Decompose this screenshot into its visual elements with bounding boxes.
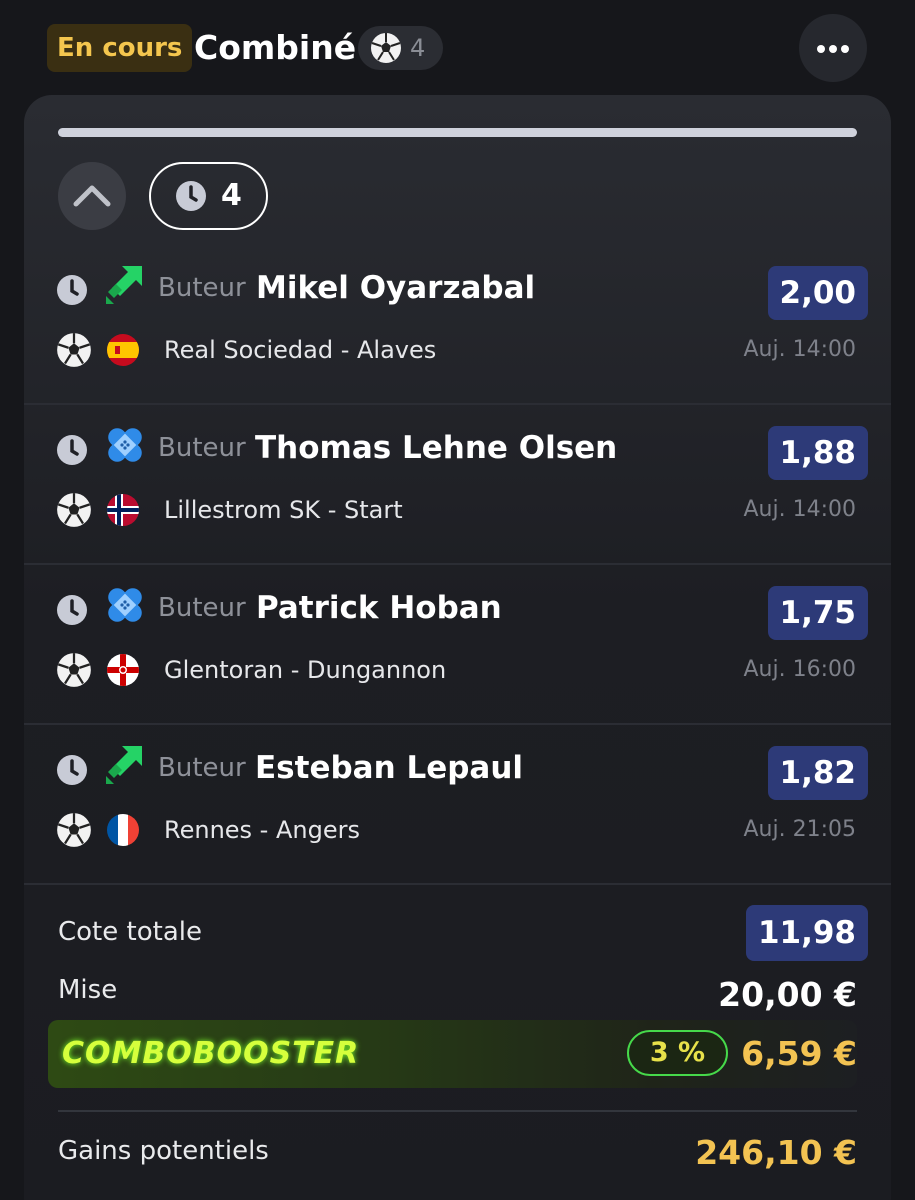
potential-gains-value: 246,10 €: [695, 1133, 857, 1172]
market-label: Buteur: [158, 433, 246, 463]
clock-icon: [57, 755, 87, 785]
market-label: Buteur: [158, 273, 246, 303]
collapse-button[interactable]: [58, 162, 126, 230]
shield-bandage-icon: [108, 588, 142, 622]
norway-flag-icon: [107, 494, 139, 526]
kickoff-time: Auj. 16:00: [743, 657, 857, 682]
odds-badge: 1,82: [767, 746, 868, 800]
odds-badge: 1,75: [767, 586, 868, 640]
selection-row[interactable]: Buteur Mikel Oyarzabal 2,00 Real Socieda…: [24, 245, 891, 405]
market-label: Buteur: [158, 593, 246, 623]
kickoff-time: Auj. 14:00: [743, 337, 857, 362]
status-badge: En cours: [47, 24, 193, 72]
stake-label: Mise: [58, 975, 118, 1005]
soccer-ball-icon: [57, 493, 91, 527]
player-name: Esteban Lepaul: [255, 750, 524, 786]
soccer-ball-icon: [57, 813, 91, 847]
ellipsis-icon: [817, 45, 825, 53]
selection-row[interactable]: Buteur Thomas Lehne Olsen 1,88 Lillestro…: [24, 405, 891, 565]
clock-icon: [57, 435, 87, 465]
selection-row[interactable]: Buteur Esteban Lepaul 1,82 Rennes - Ange…: [24, 725, 891, 885]
match-name: Glentoran - Dungannon: [164, 656, 447, 684]
selection-row[interactable]: Buteur Patrick Hoban 1,75 Glentoran - Du…: [24, 565, 891, 725]
player-name: Patrick Hoban: [256, 590, 502, 626]
booster-amount: 6,59 €: [741, 1034, 857, 1073]
shield-bandage-icon: [108, 428, 142, 462]
kickoff-time: Auj. 14:00: [743, 497, 857, 522]
kickoff-time: Auj. 21:05: [743, 817, 857, 842]
total-odds-label: Cote totale: [58, 917, 202, 947]
total-odds-badge: 11,98: [745, 905, 868, 961]
spain-flag-icon: [107, 334, 139, 366]
chevron-up-icon: [73, 185, 111, 207]
france-flag-icon: [107, 814, 139, 846]
player-name: Mikel Oyarzabal: [256, 270, 536, 306]
divider: [58, 1110, 857, 1112]
soccer-ball-icon: [57, 333, 91, 367]
soccer-ball-icon: [371, 33, 401, 63]
bet-slip-card: 4 Buteur Mikel Oyarzabal 2,00 Real Socie…: [24, 95, 891, 1200]
match-name: Real Sociedad - Alaves: [164, 336, 437, 364]
clock-icon: [57, 275, 87, 305]
potential-gains-label: Gains potentiels: [58, 1136, 269, 1166]
progress-bar: [58, 128, 857, 137]
boost-arrows-icon: [106, 266, 142, 304]
northern-ireland-flag-icon: [107, 654, 139, 686]
market-label: Buteur: [158, 753, 246, 783]
more-options-button[interactable]: [799, 14, 867, 82]
bet-header: En cours Combiné 4: [0, 0, 915, 95]
clock-icon: [176, 181, 206, 211]
match-name: Lillestrom SK - Start: [164, 496, 403, 524]
pending-filter-chip[interactable]: 4: [149, 162, 268, 230]
soccer-ball-icon: [57, 653, 91, 687]
combo-booster-logo: COMBOBOOSTER: [62, 1036, 360, 1071]
odds-badge: 1,88: [767, 426, 868, 480]
bet-type-title: Combiné: [194, 28, 357, 67]
selection-count: 4: [410, 34, 426, 62]
player-name: Thomas Lehne Olsen: [255, 430, 618, 466]
stake-value: 20,00 €: [718, 975, 857, 1014]
booster-percent-badge: 3 %: [627, 1030, 728, 1076]
odds-badge: 2,00: [767, 266, 868, 320]
match-name: Rennes - Angers: [164, 816, 360, 844]
clock-icon: [57, 595, 87, 625]
sport-count-chip: 4: [358, 26, 443, 70]
pending-count: 4: [221, 178, 242, 213]
combo-booster-banner: COMBOBOOSTER 3 % 6,59 €: [48, 1020, 857, 1088]
boost-arrows-icon: [106, 746, 142, 784]
divider: [24, 883, 891, 885]
